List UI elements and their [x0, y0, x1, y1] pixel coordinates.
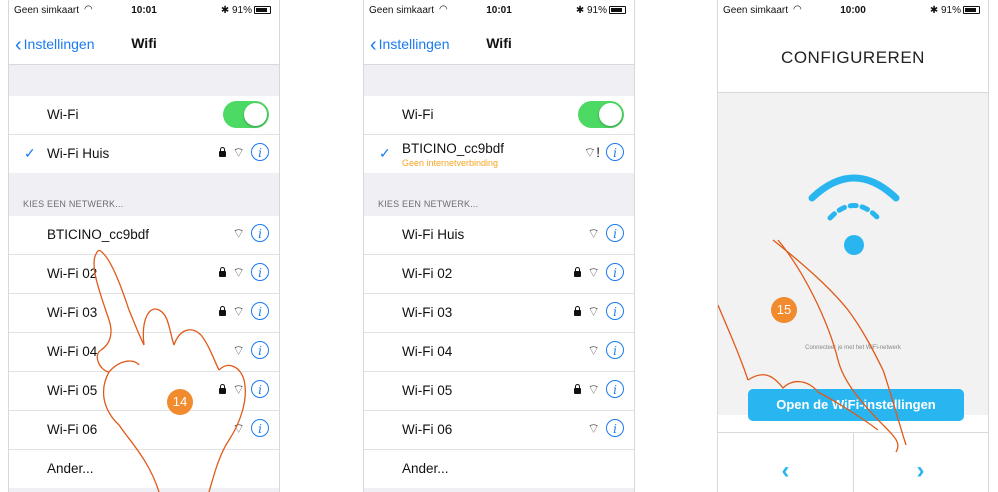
wifi-toggle-row: Wi-Fi	[9, 96, 279, 135]
wifi-group: Wi-Fi ✓ BTICINO_cc9bdf Geen internetverb…	[364, 96, 634, 173]
wifi-toggle-label: Wi-Fi	[47, 107, 79, 122]
battery-icon	[963, 6, 980, 15]
network-row[interactable]: Wi-Fi 04 ⌔ i	[364, 333, 634, 372]
wifi-icon: ⌔	[587, 264, 600, 280]
wifi-icon: ⌔	[587, 225, 600, 241]
lock-icon	[219, 147, 227, 157]
network-row[interactable]: Wi-Fi Huis ⌔ i	[364, 216, 634, 255]
hand-pointer-illustration	[93, 250, 246, 492]
network-row[interactable]: Wi-Fi 06 ⌔ i	[364, 411, 634, 450]
info-icon[interactable]: i	[606, 341, 624, 359]
checkmark-icon: ✓	[24, 145, 36, 161]
page-title: CONFIGUREREN	[781, 48, 925, 67]
wifi-icon: ⌔	[232, 144, 245, 160]
info-icon[interactable]: i	[606, 263, 624, 281]
connected-network-label: Wi-Fi Huis	[47, 146, 110, 161]
wifi-icon: ⌔	[232, 225, 245, 241]
status-bar: Geen simkaart ◠ 10:01 ✱ 91%	[364, 0, 634, 22]
header: CONFIGUREREN	[718, 22, 988, 93]
lock-icon	[574, 267, 582, 277]
hand-pointer-illustration	[718, 239, 907, 453]
section-header: KIES EEN NETWERK...	[378, 199, 479, 209]
battery-indicator: ✱ 91%	[221, 5, 271, 16]
screen-wifi-settings-2: Geen simkaart ◠ 10:01 ✱ 91% ‹ Instellinge…	[363, 0, 635, 492]
wifi-toggle-label: Wi-Fi	[402, 107, 434, 122]
battery-percent: 91%	[940, 5, 961, 16]
wifi-toggle[interactable]	[578, 101, 624, 128]
info-icon[interactable]: i	[606, 143, 624, 161]
info-icon[interactable]: i	[606, 380, 624, 398]
info-icon[interactable]: i	[251, 224, 269, 242]
network-list: Wi-Fi Huis ⌔ i Wi-Fi 02 ⌔ i Wi-Fi 03 ⌔ i Wi-Fi…	[364, 216, 634, 488]
connected-network-row[interactable]: ✓ Wi-Fi Huis ⌔ i	[9, 135, 279, 173]
wifi-toggle-row: Wi-Fi	[364, 96, 634, 135]
battery-percent: 91%	[231, 5, 252, 16]
bluetooth-icon: ✱	[929, 5, 941, 16]
navigation-bar: ‹ Instellingen Wifi	[9, 22, 279, 65]
battery-indicator: ✱ 91%	[576, 5, 626, 16]
page-title: Wifi	[486, 35, 512, 51]
screen-configure: Geen simkaart ◠ 10:00 ✱ 91% CONFIGUREREN…	[717, 0, 989, 492]
no-internet-warning: Geen internetverbinding	[402, 158, 499, 168]
info-icon[interactable]: i	[606, 419, 624, 437]
network-name: Wi-Fi 06	[402, 422, 453, 437]
network-row[interactable]: Wi-Fi 05 ⌔ i	[364, 372, 634, 411]
battery-indicator: ✱ 91%	[930, 5, 980, 16]
checkmark-icon: ✓	[379, 145, 391, 161]
network-name: Wi-Fi 03	[402, 305, 453, 320]
lock-icon	[574, 306, 582, 316]
network-row[interactable]: Wi-Fi 03 ⌔ i	[364, 294, 634, 333]
bluetooth-icon: ✱	[220, 5, 232, 16]
battery-icon	[609, 6, 626, 15]
status-bar: Geen simkaart ◠ 10:01 ✱ 91%	[9, 0, 279, 22]
wifi-icon: ⌔	[587, 381, 600, 397]
network-row[interactable]: Wi-Fi 02 ⌔ i	[364, 255, 634, 294]
info-icon[interactable]: i	[606, 224, 624, 242]
network-name: BTICINO_cc9bdf	[47, 227, 150, 242]
wifi-icon: ⌔	[587, 420, 600, 436]
network-name: Wi-Fi Huis	[402, 227, 465, 242]
wifi-toggle[interactable]	[223, 101, 269, 128]
battery-percent: 91%	[586, 5, 607, 16]
info-icon[interactable]: i	[606, 302, 624, 320]
section-header: KIES EEN NETWERK...	[23, 199, 124, 209]
connected-network-label: BTICINO_cc9bdf	[402, 141, 505, 156]
connected-network-row[interactable]: ✓ BTICINO_cc9bdf Geen internetverbinding…	[364, 135, 634, 173]
network-name: Wi-Fi 02	[402, 266, 453, 281]
wifi-warning-icon: ⌔!	[583, 144, 600, 160]
step-badge: 15	[771, 297, 797, 323]
step-badge: 14	[167, 389, 193, 415]
status-bar: Geen simkaart ◠ 10:00 ✱ 91%	[718, 0, 988, 22]
wifi-icon: ⌔	[587, 342, 600, 358]
network-name: Wi-Fi 05	[402, 383, 453, 398]
info-icon[interactable]: i	[251, 143, 269, 161]
wifi-icon: ⌔	[587, 303, 600, 319]
lock-icon	[574, 384, 582, 394]
wifi-group: Wi-Fi ✓ Wi-Fi Huis ⌔ i	[9, 96, 279, 173]
navigation-bar: ‹ Instellingen Wifi	[364, 22, 634, 65]
page-title: Wifi	[131, 35, 157, 51]
other-network-row[interactable]: Ander...	[364, 450, 634, 488]
bluetooth-icon: ✱	[575, 5, 587, 16]
network-name: Wi-Fi 04	[402, 344, 453, 359]
other-network-label: Ander...	[402, 461, 449, 476]
battery-icon	[254, 6, 271, 15]
screen-wifi-settings-1: Geen simkaart ◠ 10:01 ✱ 91% ‹ Instellinge…	[8, 0, 280, 492]
